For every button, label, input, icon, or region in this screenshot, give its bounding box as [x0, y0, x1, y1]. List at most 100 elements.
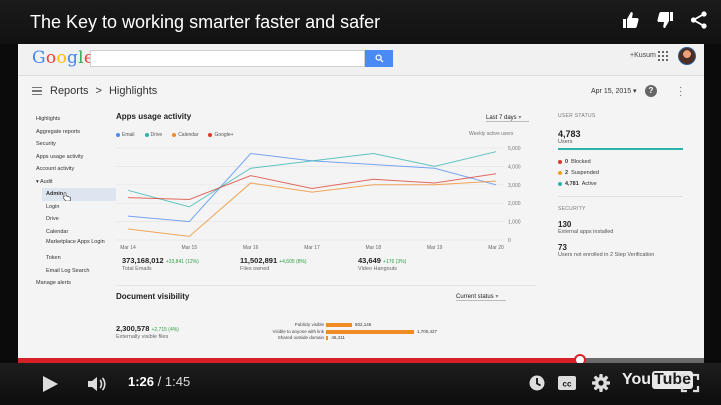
- divider: [558, 196, 683, 197]
- breadcrumb: Reports > Highlights: [50, 85, 157, 97]
- stat-label: Total Emails: [122, 266, 152, 272]
- svg-text:cc: cc: [563, 380, 572, 389]
- stat-delta: +33,841 (12%): [165, 259, 199, 265]
- thumbs-up-icon[interactable]: [621, 10, 641, 30]
- sidebar-item-highlights[interactable]: Highlights: [36, 113, 116, 126]
- sidebar-item-apps-usage-activity[interactable]: Apps usage activity: [36, 151, 116, 164]
- settings-gear-icon[interactable]: [591, 373, 611, 393]
- bar: [326, 323, 352, 327]
- sidebar-item-marketplace-apps-login[interactable]: Marketplace Apps Login: [36, 238, 116, 252]
- duration: 1:45: [164, 374, 191, 389]
- sidebar-item-account-activity[interactable]: Account activity: [36, 163, 116, 176]
- sidebar-item-admin[interactable]: Admin: [42, 188, 116, 201]
- range-dropdown[interactable]: Last 7 days ▾: [486, 114, 530, 122]
- sidebar: Highlights Aggregate reports Security Ap…: [36, 113, 116, 290]
- users-total: 4,783: [558, 129, 581, 139]
- fullscreen-icon[interactable]: [680, 373, 700, 393]
- apps-grid-icon[interactable]: [658, 51, 668, 61]
- status-row-active: 4,781 Active: [558, 181, 693, 187]
- sidebar-item-calendar[interactable]: Calendar: [36, 226, 116, 239]
- users-bar: [558, 148, 683, 150]
- google-user-link[interactable]: +Kusum: [630, 52, 656, 59]
- video-title[interactable]: The Key to working smarter faster and sa…: [30, 12, 380, 33]
- evf-value: 2,300,578: [116, 324, 150, 333]
- stat-delta: +4,605 (8%): [279, 259, 307, 265]
- sidebar-item-login[interactable]: Login: [36, 201, 116, 214]
- sidebar-item-manage-alerts[interactable]: Manage alerts: [36, 277, 116, 290]
- play-icon[interactable]: [40, 374, 60, 394]
- external-apps-label: External apps installed: [558, 229, 614, 235]
- y-tick-label: 0: [508, 238, 511, 244]
- visibility-filter-dropdown[interactable]: Current status ▾: [456, 293, 507, 301]
- thumbs-down-icon[interactable]: [655, 10, 675, 30]
- sidebar-item-token[interactable]: Token: [36, 252, 116, 265]
- apps-usage-title: Apps usage activity: [116, 112, 192, 121]
- date-value: Apr 15, 2015: [591, 88, 632, 95]
- breadcrumb-highlights: Highlights: [108, 85, 158, 97]
- stat-label: Files owned: [240, 266, 270, 272]
- search-input[interactable]: [90, 50, 365, 67]
- volume-icon[interactable]: [86, 374, 108, 394]
- document-visibility-title: Document visibility: [116, 292, 190, 301]
- sidebar-item-aggregate-reports[interactable]: Aggregate reports: [36, 126, 116, 139]
- reports-header: Reports > Highlights Apr 15, 2015 ▾ ? · ·…: [18, 76, 704, 108]
- watch-later-icon[interactable]: [528, 374, 546, 392]
- y-tick-label: 3,000: [508, 183, 521, 189]
- series-line-calendar: [127, 180, 497, 237]
- x-tick-label: Mar 20: [488, 245, 504, 251]
- bar-label: Publicly visible: [294, 322, 324, 327]
- status-dot: [558, 171, 562, 175]
- video-title-bar: The Key to working smarter faster and sa…: [0, 0, 721, 44]
- bar: [326, 336, 329, 340]
- series-line-drive: [127, 151, 497, 208]
- y-tick-label: 2,000: [508, 201, 521, 207]
- y-tick-label: 5,000: [508, 146, 521, 152]
- bar-label: Visible to anyone with link: [272, 328, 324, 334]
- video-frame: Google +Kusum Reports > Highlights Apr 1…: [18, 40, 704, 363]
- not-enrolled-label: Users not enrolled in 2 Step Verificatio…: [558, 252, 655, 258]
- captions-icon[interactable]: cc: [557, 375, 577, 391]
- breadcrumb-separator: >: [95, 85, 102, 97]
- google-logo[interactable]: Google: [32, 48, 94, 68]
- sidebar-item-security[interactable]: Security: [36, 138, 116, 151]
- bar-value: 1,700,427: [417, 328, 438, 334]
- right-panel: USER STATUS 4,783 Users 0 Blocked 2 Suspen…: [558, 113, 693, 258]
- search-icon: [374, 54, 384, 63]
- help-icon[interactable]: ?: [645, 85, 657, 97]
- stat-files-owned: 11,502,891 +4,605 (8%) Files owned: [240, 256, 358, 272]
- search-button[interactable]: [365, 50, 393, 67]
- status-row-blocked: 0 Blocked: [558, 159, 693, 165]
- x-tick-label: Mar 15: [182, 245, 198, 251]
- avatar[interactable]: [678, 47, 696, 65]
- series-line-email: [127, 152, 497, 223]
- main-content: Apps usage activity Last 7 days ▾ Email …: [116, 108, 536, 358]
- date-picker[interactable]: Apr 15, 2015 ▾: [591, 87, 637, 95]
- sidebar-item-audit[interactable]: ▾ Audit: [36, 176, 116, 189]
- externally-visible-files: 2,300,578 +2,715 (4%) Externally visible…: [116, 324, 179, 340]
- breadcrumb-reports[interactable]: Reports: [50, 85, 89, 97]
- hand-cursor-icon: [62, 192, 71, 201]
- series-line-google-: [127, 173, 497, 201]
- time-display: 1:26 / 1:45: [128, 374, 191, 389]
- security-header: SECURITY: [558, 206, 586, 212]
- users-total-label: Users: [558, 139, 573, 145]
- x-tick-label: Mar 14: [120, 245, 136, 251]
- section-divider: [116, 285, 536, 286]
- chevron-down-icon: ▾: [633, 88, 637, 95]
- bar-value: 46,411: [331, 335, 345, 340]
- evf-delta: +2,715 (4%): [151, 327, 179, 333]
- more-options-icon[interactable]: · · ·: [679, 83, 682, 101]
- stat-value: 43,649: [358, 256, 381, 265]
- sidebar-item-drive[interactable]: Drive: [36, 213, 116, 226]
- usage-stats: 373,168,012 +33,841 (12%) Total Emails 1…: [122, 256, 522, 272]
- filter-value: Current status: [456, 294, 494, 300]
- stat-value: 11,502,891: [240, 256, 278, 265]
- menu-icon[interactable]: [32, 87, 42, 95]
- stat-delta: +176 (3%): [383, 259, 407, 265]
- usage-line-chart: 0 1,000 2,000 3,000 4,000 5,000 Mar 14 Mar 15 Ma…: [116, 146, 521, 251]
- stat-total-emails: 373,168,012 +33,841 (12%) Total Emails: [122, 256, 240, 272]
- evf-label: Externally visible files: [116, 334, 169, 340]
- sidebar-item-email-log-search[interactable]: Email Log Search: [36, 265, 116, 278]
- video-player[interactable]: The Key to working smarter faster and sa…: [0, 0, 721, 405]
- share-icon[interactable]: [689, 10, 709, 30]
